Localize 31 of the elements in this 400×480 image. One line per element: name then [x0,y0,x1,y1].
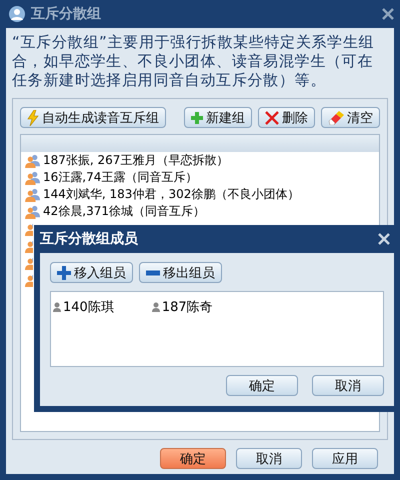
member-item[interactable]: 187陈奇 [162,298,213,316]
toolbar-button[interactable]: 自动生成读音互斥组 [20,107,166,128]
plus-icon [191,112,203,124]
minus-icon [146,270,160,276]
dialog-button[interactable]: 确定 [160,448,226,469]
description-text: “互斥分散组”主要用于强行拆散某些特定关系学生组合，如早恋学生、不良小团体、读音易混学生（可在任务新建时选择启用同音自动互斥分散）等。 [12,33,376,90]
dialog-title: 互斥分散组成员 [40,230,138,248]
person-icon [152,302,160,312]
toolbar-button[interactable]: 移出组员 [139,262,222,283]
person-icon [53,302,61,312]
group-item[interactable]: 42徐晨,371徐城（同音互斥） [43,203,205,220]
group-item[interactable]: 144刘斌华, 183仲君，302徐鹏（不良小团体） [43,186,300,203]
dialog-button[interactable]: 取消 [312,375,384,396]
dialog-button[interactable]: 应用 [312,448,378,469]
lightning-icon [27,110,39,126]
toolbar-button[interactable]: 移入组员 [50,262,133,283]
dialog-button[interactable]: 取消 [236,448,302,469]
toolbar-button[interactable]: 删除 [258,107,315,128]
window-title: 互斥分散组 [31,5,101,23]
eraser-icon [328,110,344,124]
toolbar-button[interactable]: 清空 [321,107,380,128]
group-item[interactable]: 16汪露,74王露（同音互斥） [43,169,198,186]
close-icon[interactable] [378,233,390,245]
dialog-button[interactable]: 确定 [226,375,298,396]
member-item[interactable]: 140陈琪 [63,298,114,316]
cross-icon [265,110,279,124]
close-icon[interactable] [382,8,394,20]
toolbar-button[interactable]: 新建组 [184,107,252,128]
group-item[interactable]: 187张振, 267王雅月（早恋拆散） [43,152,228,169]
plus-icon [57,266,71,280]
app-icon [8,5,26,23]
